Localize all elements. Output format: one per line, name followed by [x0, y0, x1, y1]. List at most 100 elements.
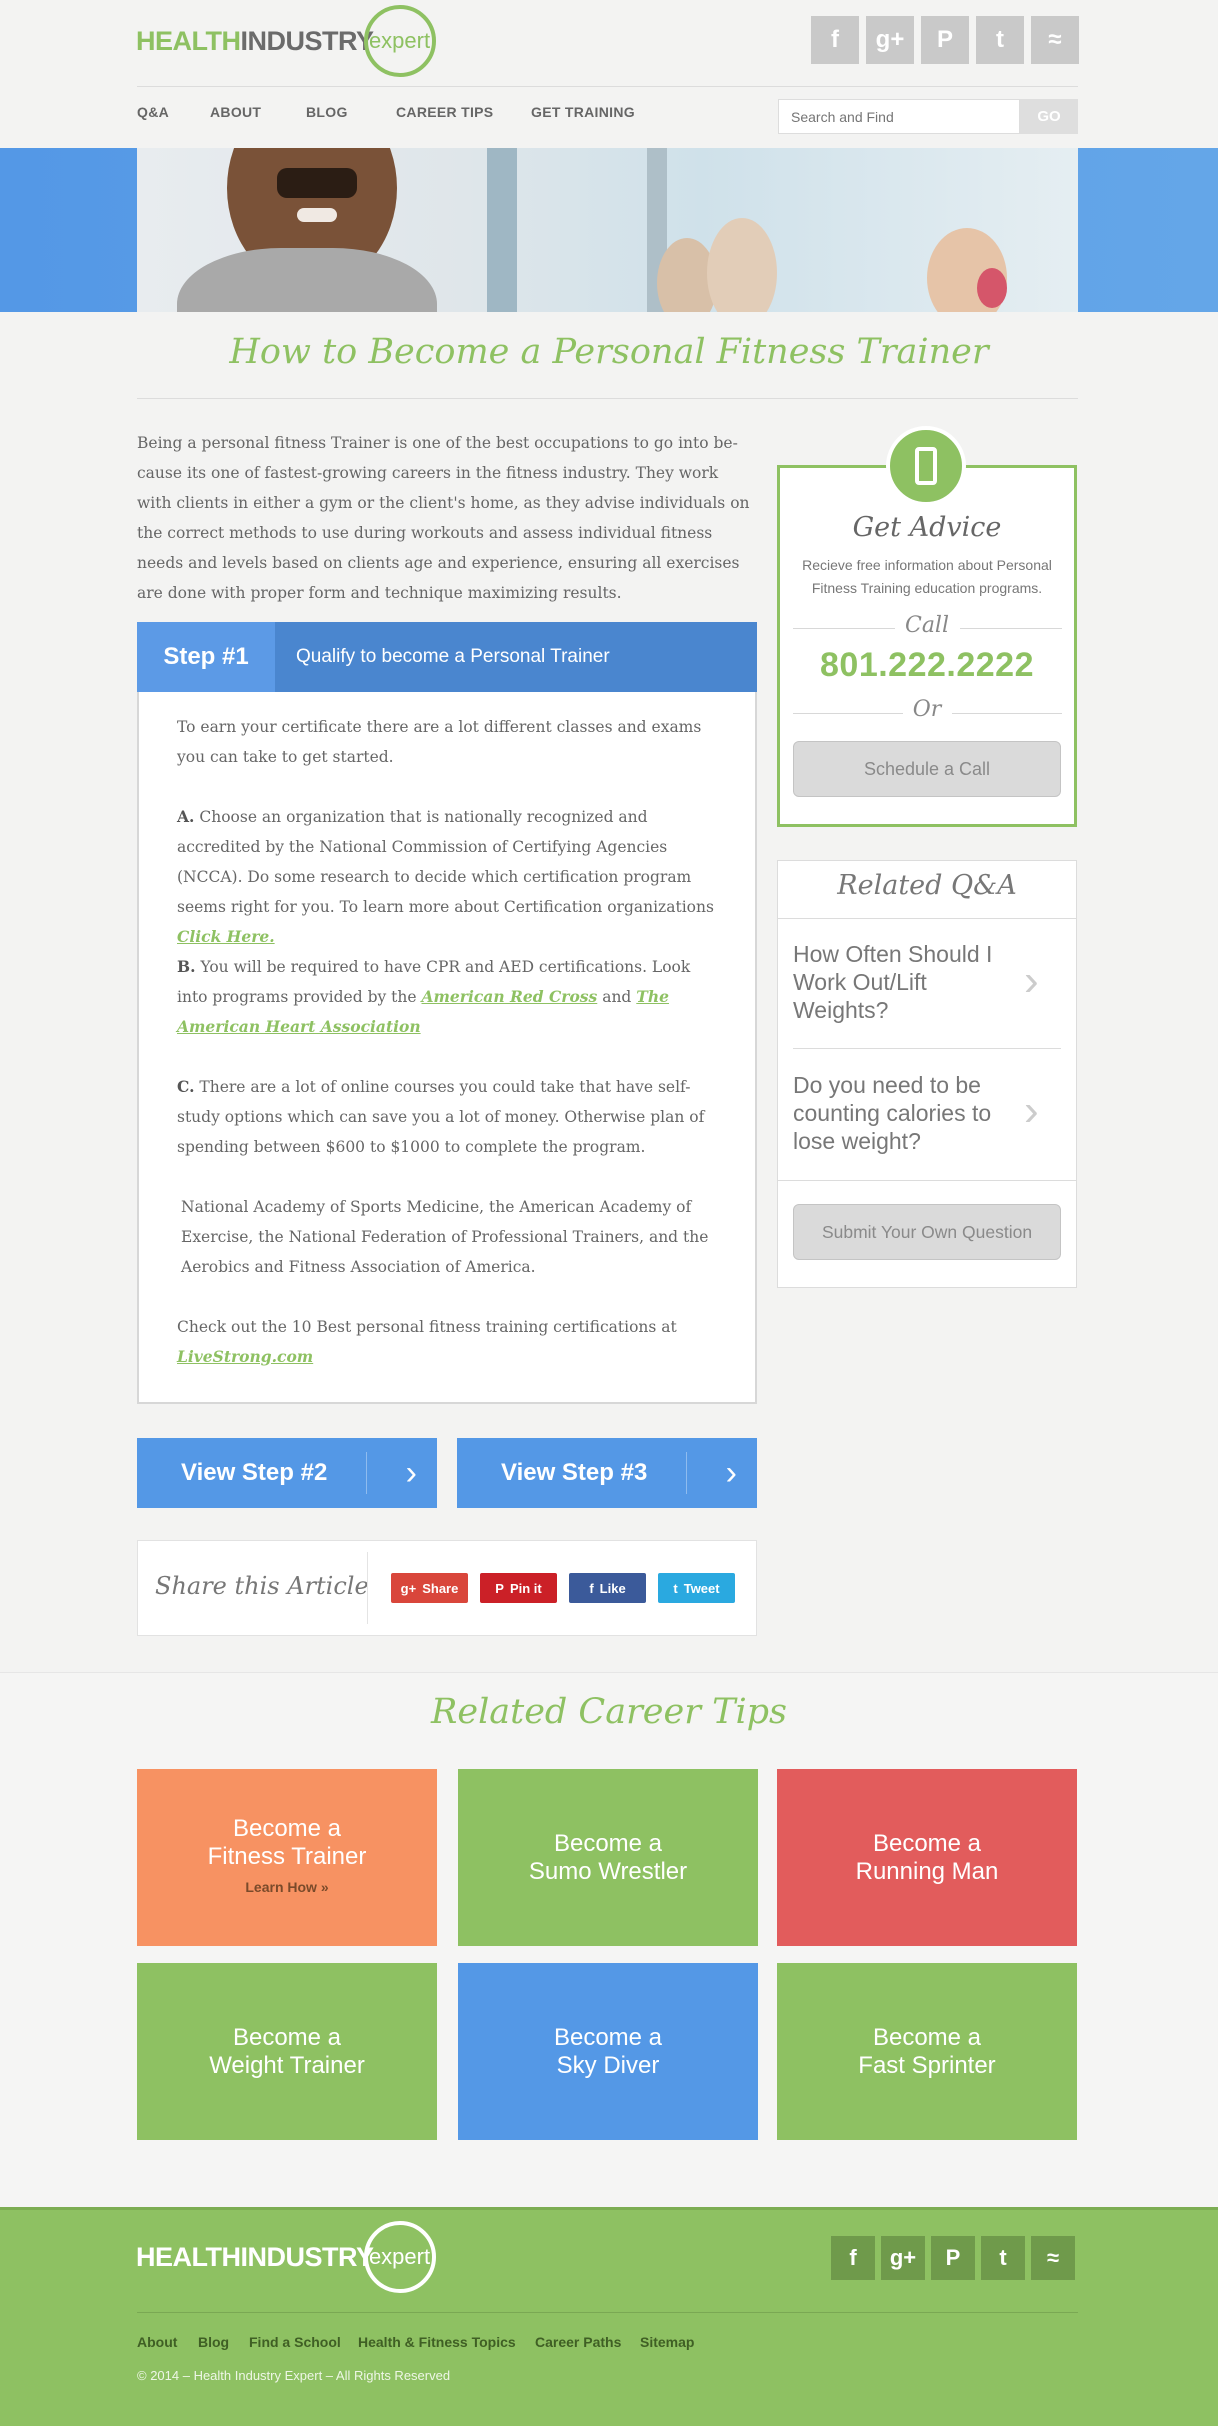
google-plus-icon[interactable]: g+ — [881, 2236, 925, 2280]
qa-item-calories[interactable]: Do you need to be counting calories to l… — [793, 1071, 1013, 1155]
tip-line1: Become a — [553, 1829, 663, 1857]
or-label: Or — [912, 697, 942, 722]
step-paragraph-c: C. There are a lot of online courses you… — [177, 1072, 717, 1162]
twitter-tweet-button[interactable]: t Tweet — [658, 1573, 735, 1603]
google-plus-icon[interactable]: g+ — [866, 16, 914, 64]
tip-tile-running-man[interactable]: Become a Running Man — [777, 1769, 1077, 1946]
facebook-icon: f — [589, 1580, 594, 1596]
chevron-right-icon: › — [725, 1453, 737, 1492]
step-paragraph-b: B. You will be required to have CPR and … — [177, 952, 717, 1042]
pinterest-icon[interactable]: P — [921, 16, 969, 64]
tip-tile-weight-trainer[interactable]: Become a Weight Trainer — [137, 1963, 437, 2140]
logo-word-industry: INDUSTRY — [240, 2241, 375, 2272]
tip-line1: Become a — [553, 2023, 663, 2051]
step-paragraph-livestrong: Check out the 10 Best personal fitness t… — [177, 1312, 717, 1372]
section-divider — [0, 1672, 1218, 1673]
footer-link-career-paths[interactable]: Career Paths — [535, 2334, 621, 2350]
red-cross-link[interactable]: American Red Cross — [422, 987, 598, 1006]
facebook-icon[interactable]: f — [831, 2236, 875, 2280]
step-b-label: B. — [177, 957, 196, 976]
qa-divider — [778, 1180, 1076, 1181]
button-separator — [686, 1452, 687, 1494]
step-a-label: A. — [177, 807, 195, 826]
related-qa-title: Related Q&A — [837, 870, 1017, 901]
pinterest-icon: P — [495, 1580, 504, 1596]
footer-link-blog[interactable]: Blog — [198, 2334, 229, 2350]
schedule-call-button[interactable]: Schedule a Call — [793, 741, 1061, 797]
tip-line1: Become a — [872, 1829, 982, 1857]
tip-line2: Running Man — [855, 1857, 999, 1885]
step-a-text: Choose an organization that is nationall… — [177, 808, 714, 916]
facebook-like-label: Like — [599, 1580, 626, 1596]
footer-logo[interactable]: HEALTH INDUSTRY expert — [136, 2221, 436, 2293]
qa-divider — [778, 918, 1076, 919]
title-divider — [137, 398, 1078, 399]
footer-link-topics[interactable]: Health & Fitness Topics — [358, 2334, 516, 2350]
phone-icon — [915, 447, 937, 485]
view-step-2-button[interactable]: View Step #2 › — [137, 1438, 437, 1508]
tip-tile-sumo-wrestler[interactable]: Become a Sumo Wrestler — [458, 1769, 758, 1946]
learn-how-link[interactable]: Learn How » — [245, 1873, 328, 1901]
nav-blog[interactable]: BLOG — [306, 104, 348, 120]
facebook-like-button[interactable]: f Like — [569, 1573, 646, 1603]
tip-line2: Sumo Wrestler — [528, 1857, 688, 1885]
phone-number[interactable]: 801.222.2222 — [777, 646, 1077, 685]
view-step-2-label: View Step #2 — [181, 1459, 328, 1486]
qa-divider — [793, 1048, 1061, 1049]
livestrong-link[interactable]: LiveStrong.com — [177, 1347, 313, 1366]
footer-link-find-school[interactable]: Find a School — [249, 2334, 341, 2350]
google-plus-icon: g+ — [400, 1580, 417, 1596]
rss-icon[interactable]: ≈ — [1031, 16, 1079, 64]
logo-word-expert: expert — [363, 5, 436, 77]
twitter-icon[interactable]: t — [981, 2236, 1025, 2280]
submit-question-button[interactable]: Submit Your Own Question — [793, 1204, 1061, 1260]
hero-photo — [137, 148, 1078, 312]
rss-icon[interactable]: ≈ — [1031, 2236, 1075, 2280]
related-tips-title: Related Career Tips — [431, 1692, 787, 1732]
footer-link-about[interactable]: About — [137, 2334, 177, 2350]
facebook-icon[interactable]: f — [811, 16, 859, 64]
logo-word-industry: INDUSTRY — [240, 25, 375, 56]
tip-tile-fast-sprinter[interactable]: Become a Fast Sprinter — [777, 1963, 1077, 2140]
header-divider — [137, 86, 1078, 87]
phone-badge — [886, 426, 966, 506]
twitter-tweet-label: Tweet — [683, 1580, 720, 1596]
view-step-3-label: View Step #3 — [501, 1459, 648, 1486]
pinterest-pin-button[interactable]: P Pin it — [480, 1573, 557, 1603]
nav-qa[interactable]: Q&A — [137, 104, 169, 120]
twitter-icon[interactable]: t — [976, 16, 1024, 64]
page-title: How to Become a Personal Fitness Trainer — [229, 332, 989, 372]
share-divider — [367, 1552, 368, 1624]
livestrong-text: Check out the 10 Best personal fitness t… — [177, 1318, 677, 1336]
pinterest-icon[interactable]: P — [931, 2236, 975, 2280]
step-title: Qualify to become a Personal Trainer — [296, 646, 610, 667]
footer-link-sitemap[interactable]: Sitemap — [640, 2334, 694, 2350]
step-c-text: There are a lot of online courses you co… — [177, 1078, 705, 1156]
site-logo[interactable]: HEALTH INDUSTRY expert — [136, 5, 436, 77]
nav-career-tips[interactable]: CAREER TIPS — [396, 104, 493, 120]
twitter-icon: t — [673, 1580, 678, 1596]
step-paragraph-intro: To earn your certificate there are a lot… — [177, 718, 702, 766]
search-input[interactable] — [778, 99, 1020, 134]
article-intro: Being a personal fitness Trainer is one … — [137, 434, 750, 602]
search-go-button[interactable]: GO — [1020, 99, 1078, 134]
tip-tile-fitness-trainer[interactable]: Become a Fitness Trainer Learn How » — [137, 1769, 437, 1946]
chevron-right-icon: › — [405, 1453, 417, 1492]
chevron-right-icon: › — [1024, 956, 1039, 1005]
step-paragraph-a: A. Choose an organization that is nation… — [177, 802, 717, 952]
advice-title: Get Advice — [852, 512, 1002, 543]
nav-about[interactable]: ABOUT — [210, 104, 261, 120]
certification-link[interactable]: Click Here. — [177, 927, 275, 946]
tip-line2: Weight Trainer — [209, 2051, 365, 2079]
logo-word-health: HEALTH — [136, 25, 241, 56]
google-share-button[interactable]: g+ Share — [391, 1573, 468, 1603]
advice-text: Recieve free information about Personal … — [802, 557, 1052, 596]
step-b-and: and — [602, 988, 632, 1006]
tip-line2: Fast Sprinter — [858, 2051, 996, 2079]
step-c-label: C. — [177, 1077, 195, 1096]
qa-item-workout[interactable]: How Often Should I Work Out/Lift Weights… — [793, 940, 1013, 1024]
tip-tile-sky-diver[interactable]: Become a Sky Diver — [458, 1963, 758, 2140]
view-step-3-button[interactable]: View Step #3 › — [457, 1438, 757, 1508]
tip-line2: Fitness Trainer — [207, 1842, 367, 1870]
nav-get-training[interactable]: GET TRAINING — [531, 104, 635, 120]
